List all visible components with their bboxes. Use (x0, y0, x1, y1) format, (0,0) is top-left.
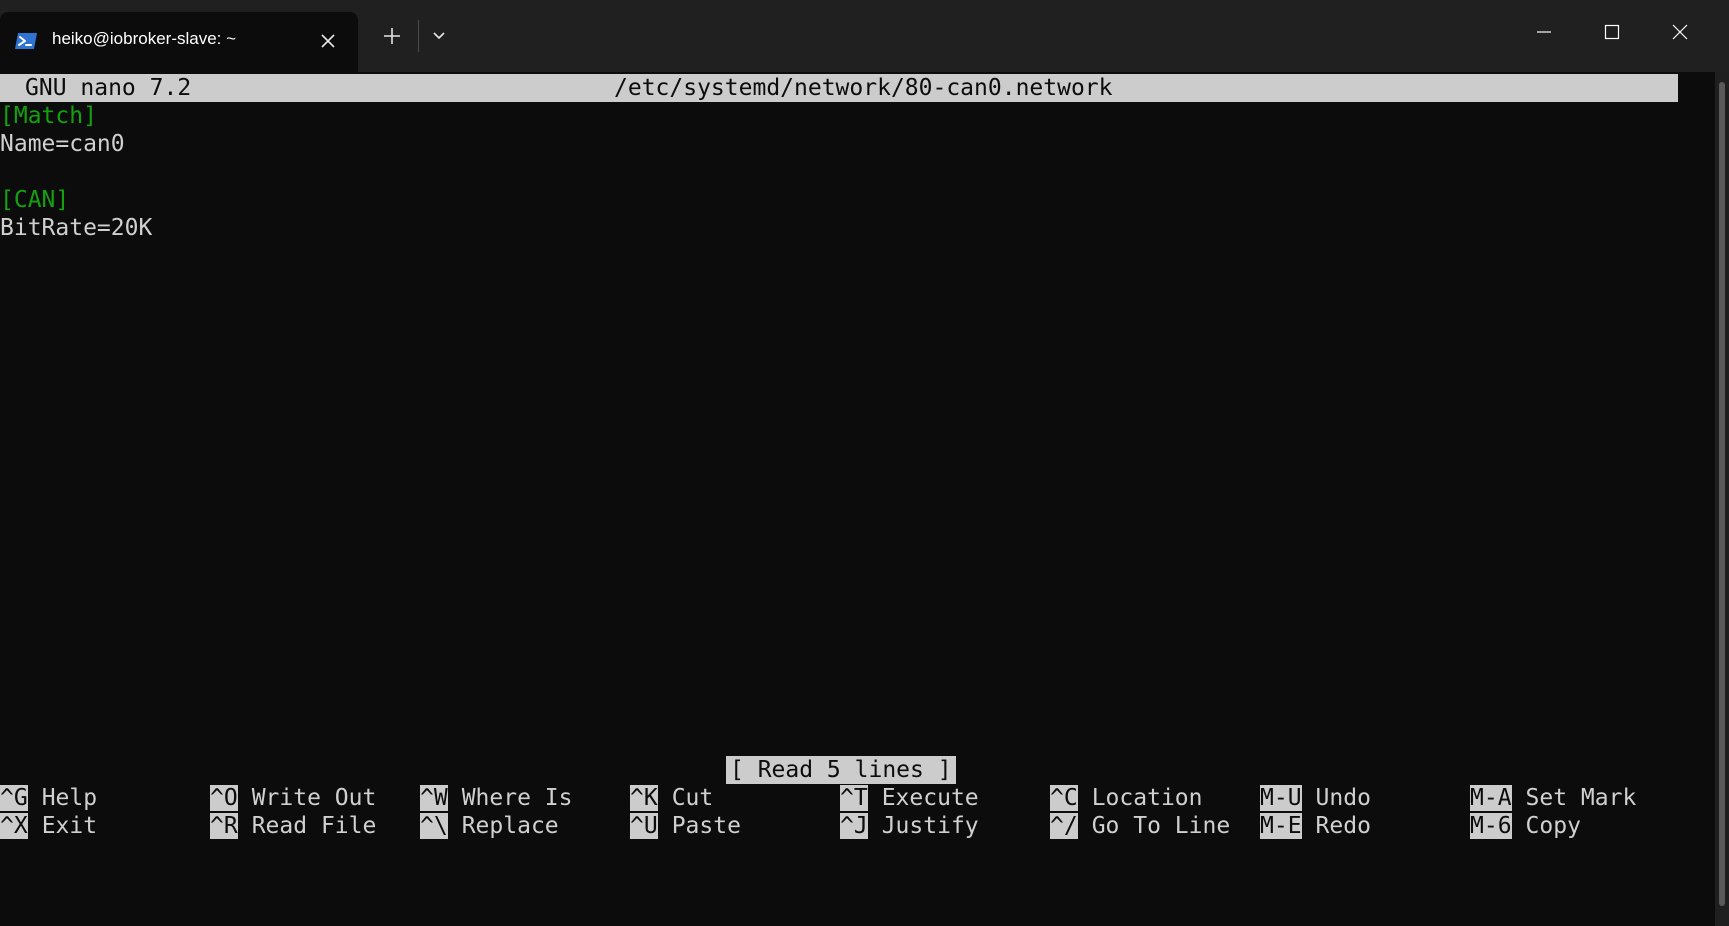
minimize-icon (1537, 31, 1551, 33)
shortcut-help[interactable]: ^G Help (0, 784, 97, 812)
file-line[interactable]: BitRate=20K (0, 214, 152, 242)
shortcut-where-is[interactable]: ^W Where Is (420, 784, 572, 812)
minimize-button[interactable] (1514, 10, 1574, 54)
nano-version: GNU nano 7.2 (25, 75, 192, 101)
close-tab-icon[interactable] (316, 29, 340, 53)
shortcut-cut[interactable]: ^K Cut (630, 784, 713, 812)
tab-title: heiko@iobroker-slave: ~ (52, 29, 237, 48)
file-line[interactable]: Name=can0 (0, 130, 125, 158)
close-window-button[interactable] (1650, 10, 1710, 54)
shortcut-replace[interactable]: ^\ Replace (420, 812, 559, 840)
shortcut-write-out[interactable]: ^O Write Out (210, 784, 376, 812)
shortcut-location[interactable]: ^C Location (1050, 784, 1202, 812)
terminal-scrollbar[interactable] (1715, 72, 1729, 926)
shortcut-redo[interactable]: M-E Redo (1260, 812, 1371, 840)
shortcut-go-to-line[interactable]: ^/Go To Line (1050, 812, 1230, 840)
terminal-area[interactable]: GNU nano 7.2 /etc/systemd/network/80-can… (0, 72, 1715, 926)
nano-header: GNU nano 7.2 /etc/systemd/network/80-can… (0, 74, 1678, 102)
new-tab-button[interactable] (374, 20, 410, 52)
shortcut-exit[interactable]: ^X Exit (0, 812, 97, 840)
chevron-down-icon (433, 32, 445, 40)
title-bar[interactable]: heiko@iobroker-slave: ~ (0, 0, 1729, 72)
terminal-tab[interactable]: heiko@iobroker-slave: ~ (0, 12, 358, 72)
tab-dropdown-button[interactable] (424, 20, 454, 52)
shortcut-read-file[interactable]: ^R Read File (210, 812, 376, 840)
file-line[interactable]: [Match] (0, 102, 97, 130)
scrollbar-thumb[interactable] (1719, 82, 1725, 906)
file-line[interactable]: [CAN] (0, 186, 69, 214)
shortcut-execute[interactable]: ^T Execute (840, 784, 979, 812)
status-message: [ Read 5 lines ] (726, 756, 956, 784)
powershell-icon (15, 33, 37, 49)
maximize-icon (1604, 24, 1620, 40)
shortcut-set-mark[interactable]: M-A Set Mark (1470, 784, 1636, 812)
nano-filename: /etc/systemd/network/80-can0.network (614, 75, 1113, 101)
shortcut-paste[interactable]: ^U Paste (630, 812, 741, 840)
plus-icon (384, 28, 400, 44)
close-icon (1672, 24, 1688, 40)
tab-separator (418, 20, 419, 52)
shortcut-copy[interactable]: M-6 Copy (1470, 812, 1581, 840)
maximize-button[interactable] (1582, 10, 1642, 54)
shortcut-justify[interactable]: ^J Justify (840, 812, 979, 840)
shortcut-undo[interactable]: M-U Undo (1260, 784, 1371, 812)
